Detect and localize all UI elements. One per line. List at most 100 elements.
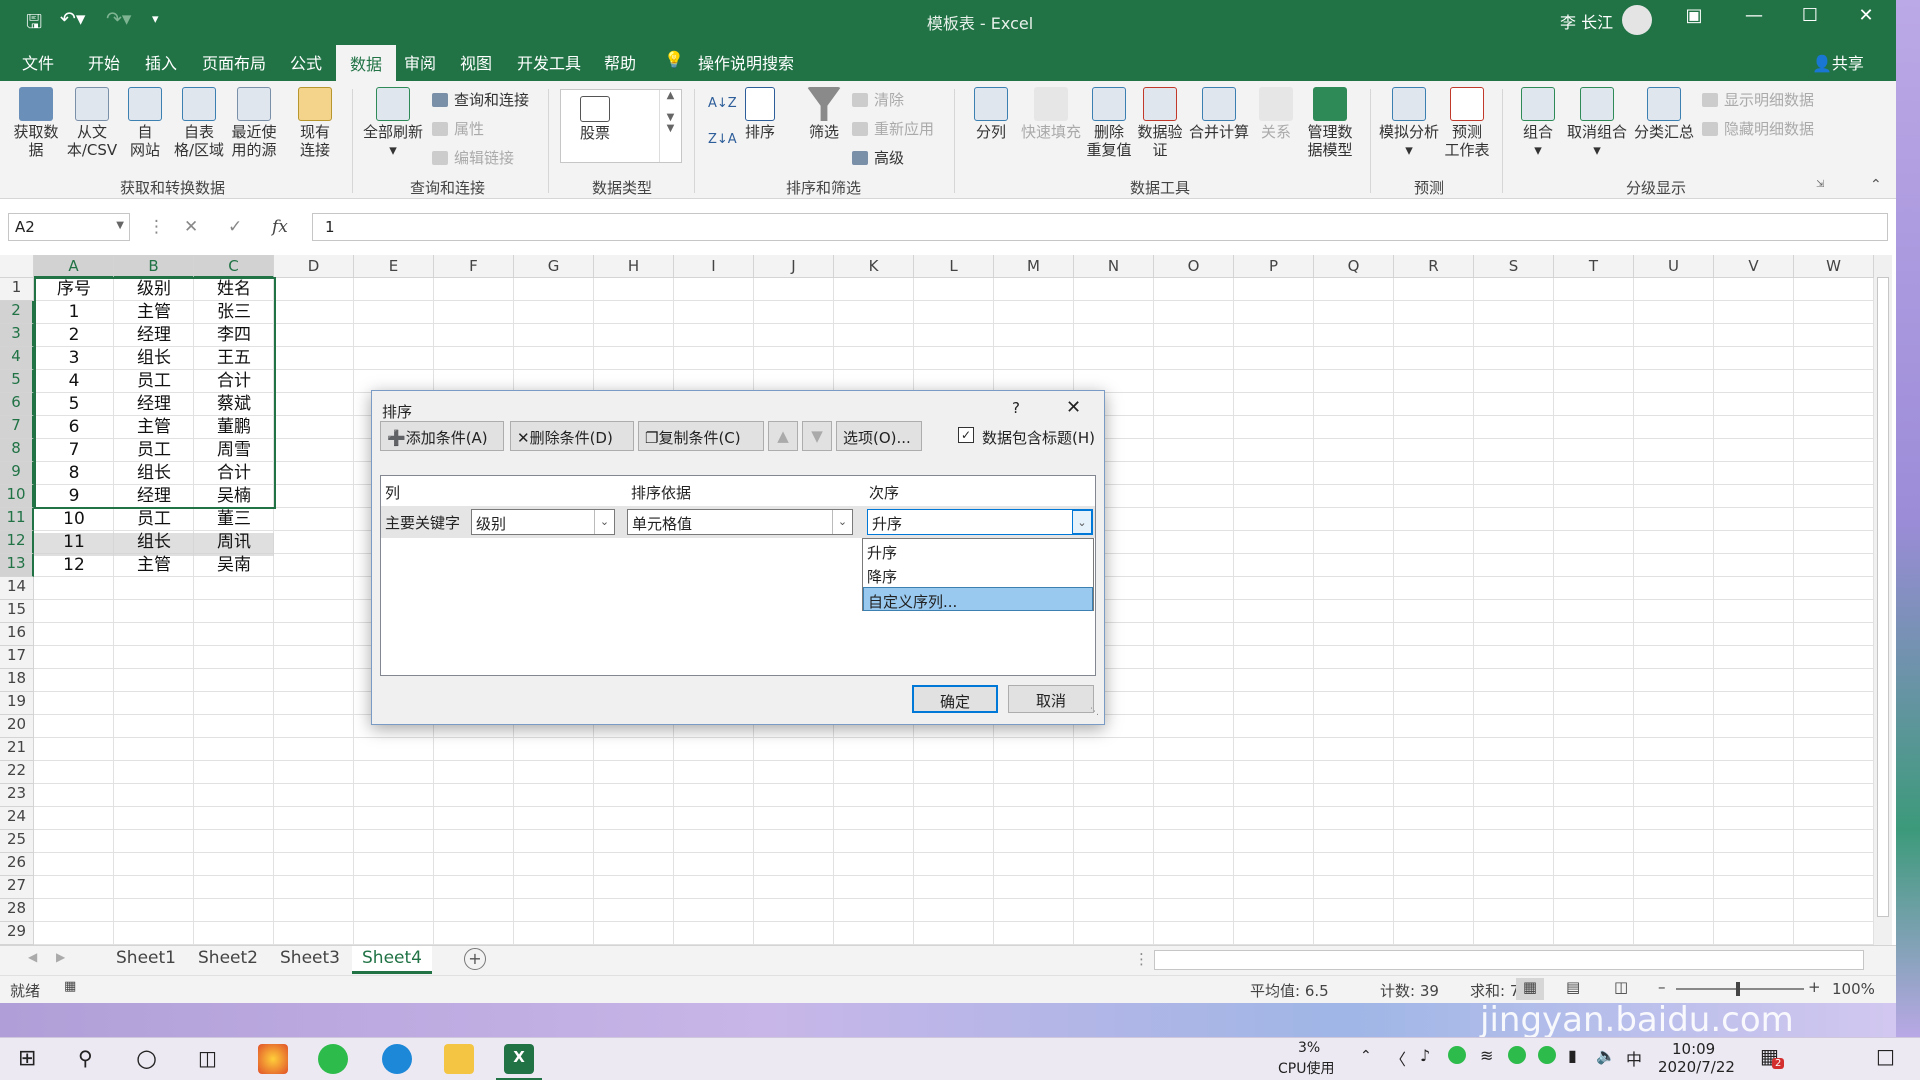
row-header-12[interactable]: 12	[0, 531, 34, 554]
column-header-K[interactable]: K	[834, 255, 914, 278]
row-header-1[interactable]: 1	[0, 278, 34, 301]
sheet-tab-1[interactable]: Sheet1	[116, 946, 176, 974]
insert-function-icon[interactable]: fx	[272, 217, 288, 237]
row-header-24[interactable]: 24	[0, 807, 34, 830]
get-data-button[interactable]: 获取数 据	[8, 87, 64, 159]
column-header-R[interactable]: R	[1394, 255, 1474, 278]
bell-icon[interactable]: ♪	[1420, 1046, 1430, 1065]
ribbon-display-icon[interactable]: ▣	[1674, 5, 1714, 26]
tray-app-icon[interactable]	[1448, 1046, 1466, 1064]
scrollbar-thumb[interactable]	[1877, 277, 1889, 917]
row-header-16[interactable]: 16	[0, 623, 34, 646]
close-icon[interactable]: ✕	[1066, 397, 1081, 418]
flash-fill-button[interactable]: 快速填充	[1018, 87, 1084, 141]
tab-developer[interactable]: 开发工具	[517, 50, 581, 74]
data-validation-button[interactable]: 数据验 证	[1134, 87, 1186, 159]
column-header-P[interactable]: P	[1234, 255, 1314, 278]
firefox-icon[interactable]	[258, 1044, 288, 1074]
tab-home[interactable]: 开始	[88, 50, 120, 74]
row-header-8[interactable]: 8	[0, 439, 34, 462]
vertical-scrollbar[interactable]	[1874, 255, 1892, 945]
move-up-button[interactable]: ▲	[768, 421, 798, 451]
row-header-4[interactable]: 4	[0, 347, 34, 370]
from-table-button[interactable]: 自表 格/区域	[172, 87, 226, 159]
row-header-19[interactable]: 19	[0, 692, 34, 715]
chevron-down-icon[interactable]: ⌄	[1072, 510, 1092, 534]
column-header-S[interactable]: S	[1474, 255, 1554, 278]
tab-help[interactable]: 帮助	[604, 50, 636, 74]
clock-date[interactable]: 2020/7/22	[1658, 1058, 1735, 1076]
zoom-in-icon[interactable]: +	[1808, 978, 1821, 996]
row-header-14[interactable]: 14	[0, 577, 34, 600]
column-header-G[interactable]: G	[514, 255, 594, 278]
horizontal-scrollbar[interactable]	[1154, 950, 1864, 970]
sort-desc-icon[interactable]: Z↓A	[708, 131, 737, 149]
filter-button[interactable]: 筛选	[802, 87, 846, 141]
options-button[interactable]: 选项(O)...	[836, 421, 922, 451]
sort-level-row[interactable]: 主要关键字 级别 ⌄ 单元格值 ⌄ 升序 ⌄	[381, 506, 1095, 538]
show-detail-button[interactable]: 显示明细数据	[1702, 91, 1814, 109]
row-header-3[interactable]: 3	[0, 324, 34, 347]
tab-formulas[interactable]: 公式	[290, 50, 322, 74]
column-header-Q[interactable]: Q	[1314, 255, 1394, 278]
normal-view-icon[interactable]: ▦	[1516, 978, 1544, 1000]
advanced-filter-button[interactable]: 高级	[852, 149, 904, 167]
chevron-down-icon[interactable]: ⌄	[594, 510, 614, 534]
share-button[interactable]: 👤共享	[1812, 50, 1864, 74]
name-box[interactable]: A2 ▼	[8, 213, 130, 241]
row-header-13[interactable]: 13	[0, 554, 34, 577]
column-header-F[interactable]: F	[434, 255, 514, 278]
wechat-tray-icon[interactable]	[1508, 1046, 1526, 1064]
table-cell[interactable]: 主管	[114, 554, 194, 577]
tab-review[interactable]: 审阅	[404, 50, 436, 74]
enter-icon[interactable]: ✓	[228, 217, 242, 237]
subtotal-button[interactable]: 分类汇总	[1632, 87, 1696, 141]
column-header-W[interactable]: W	[1794, 255, 1874, 278]
table-cell[interactable]: 周讯	[194, 531, 274, 554]
user-name[interactable]: 李 长江	[1560, 9, 1613, 33]
ungroup-button[interactable]: 取消组合 ▾	[1562, 87, 1632, 159]
row-header-29[interactable]: 29	[0, 922, 34, 945]
column-header-B[interactable]: B	[114, 255, 194, 278]
column-select[interactable]: 级别 ⌄	[471, 509, 615, 535]
table-cell[interactable]: 吴南	[194, 554, 274, 577]
forecast-sheet-button[interactable]: 预测 工作表	[1442, 87, 1492, 159]
from-web-button[interactable]: 自 网站	[122, 87, 168, 159]
sheet-tab-2[interactable]: Sheet2	[198, 946, 258, 974]
cancel-icon[interactable]: ✕	[184, 217, 198, 237]
battery-icon[interactable]: ▮	[1568, 1046, 1577, 1065]
copy-condition-button[interactable]: ❐复制条件(C)	[638, 421, 764, 451]
column-header-I[interactable]: I	[674, 255, 754, 278]
tell-me-search[interactable]: 操作说明搜索	[698, 50, 794, 74]
order-select[interactable]: 升序 ⌄	[867, 509, 1093, 535]
row-header-18[interactable]: 18	[0, 669, 34, 692]
column-header-H[interactable]: H	[594, 255, 674, 278]
tab-page-layout[interactable]: 页面布局	[202, 50, 266, 74]
column-header-E[interactable]: E	[354, 255, 434, 278]
header-checkbox-label[interactable]: 数据包含标题(H)	[982, 427, 1095, 448]
cancel-button[interactable]: 取消	[1008, 685, 1094, 713]
consolidate-button[interactable]: 合并计算	[1186, 87, 1252, 141]
row-header-20[interactable]: 20	[0, 715, 34, 738]
hide-detail-button[interactable]: 隐藏明细数据	[1702, 120, 1814, 138]
sort-asc-icon[interactable]: A↓Z	[708, 95, 737, 113]
data-model-button[interactable]: 管理数 据模型	[1300, 87, 1360, 159]
column-header-U[interactable]: U	[1634, 255, 1714, 278]
page-layout-view-icon[interactable]: ▤	[1566, 978, 1580, 996]
add-condition-button[interactable]: ➕添加条件(A)	[380, 421, 504, 451]
column-header-T[interactable]: T	[1554, 255, 1634, 278]
collapse-ribbon-icon[interactable]: ⌃	[1870, 177, 1882, 193]
sheet-tab-4[interactable]: Sheet4	[352, 946, 432, 974]
data-types-gallery[interactable]: 股票 ▲ ▼ ▼	[560, 89, 682, 163]
row-header-17[interactable]: 17	[0, 646, 34, 669]
action-center-icon[interactable]: □	[1876, 1044, 1895, 1068]
table-cell[interactable]: 11	[34, 531, 114, 554]
sheet-tab-3[interactable]: Sheet3	[280, 946, 340, 974]
table-cell[interactable]: 组长	[114, 531, 194, 554]
tray-icon[interactable]: 〈	[1390, 1046, 1406, 1070]
close-icon[interactable]: ✕	[1846, 5, 1886, 26]
table-cell[interactable]: 董三	[194, 508, 274, 531]
column-header-N[interactable]: N	[1074, 255, 1154, 278]
column-header-L[interactable]: L	[914, 255, 994, 278]
row-header-10[interactable]: 10	[0, 485, 34, 508]
